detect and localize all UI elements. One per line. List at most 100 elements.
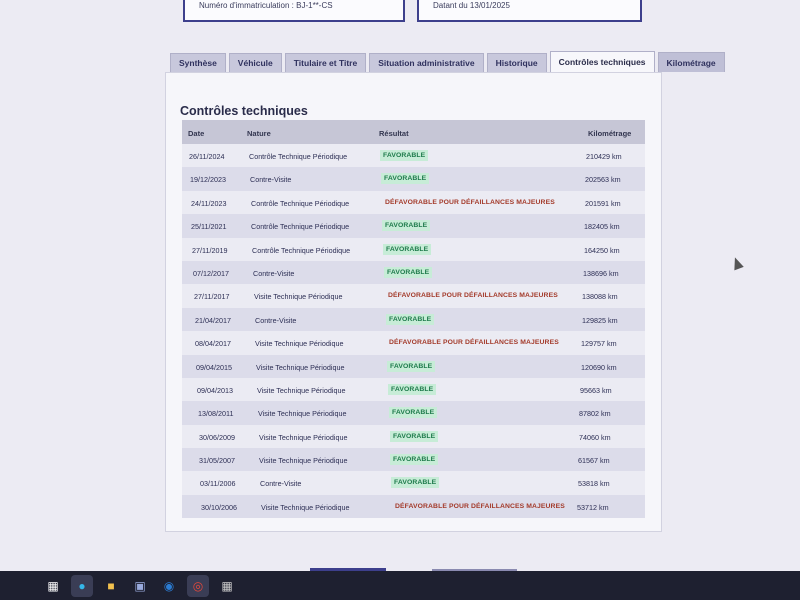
cell-nature: Visite Technique Périodique (256, 362, 345, 372)
cell-nature: Visite Technique Périodique (258, 409, 347, 419)
table-row: 03/11/2006 Contre-Visite FAVORABLE 53818 km (182, 471, 645, 495)
cell-kilometrage: 95663 km (580, 385, 612, 395)
table-header: Date Nature Résultat Kilométrage (182, 120, 645, 144)
cell-date: 27/11/2017 (194, 292, 230, 302)
result-badge: FAVORABLE (389, 407, 438, 419)
cell-nature: Contre-Visite (260, 479, 302, 489)
result-badge: FAVORABLE (381, 173, 430, 185)
table-row: 21/04/2017 Contre-Visite FAVORABLE 129825 k… (182, 307, 645, 332)
cell-kilometrage: 138696 km (583, 268, 619, 278)
cell-nature: Contrôle Technique Périodique (251, 222, 350, 232)
table-row: 30/10/2006 Visite Technique Périodique DÉF… (182, 494, 645, 519)
tab-titulaire-titre[interactable]: Titulaire et Titre (284, 53, 367, 72)
chrome-icon[interactable]: ◎ (187, 574, 209, 597)
table-row: 07/12/2017 Contre-Visite FAVORABLE 138696 k… (182, 260, 645, 285)
result-badge: DÉFAVORABLE POUR DÉFAILLANCES MAJEURES (395, 502, 565, 510)
result-badge: FAVORABLE (386, 313, 435, 325)
registration-label: Numéro d'immatriculation : BJ-1**-CS (199, 1, 333, 10)
cell-kilometrage: 129825 km (582, 315, 618, 325)
result-badge: FAVORABLE (390, 454, 439, 466)
cell-date: 30/06/2009 (199, 432, 235, 442)
registration-card: Numéro d'immatriculation : BJ-1**-CS (183, 0, 405, 22)
table-row: 25/11/2021 Contrôle Technique Périodique F… (182, 214, 645, 238)
section-title: Contrôles techniques (180, 104, 308, 118)
store-icon[interactable]: ▣ (129, 575, 151, 597)
cell-date: 19/12/2023 (190, 175, 226, 185)
cell-kilometrage: 61567 km (578, 456, 610, 466)
cell-kilometrage: 182405 km (584, 222, 620, 232)
table-row: 26/11/2024 Contrôle Technique Périodique F… (182, 144, 645, 168)
table-row: 27/11/2017 Visite Technique Périodique DÉF… (182, 284, 645, 308)
result-badge: FAVORABLE (382, 220, 431, 232)
taskbar: ▦ ● ■ ▣ ◉ ◎ ▦ (0, 571, 800, 600)
table-row: 30/06/2009 Visite Technique Périodique FAV… (182, 424, 645, 449)
cell-nature: Contrôle Technique Périodique (249, 152, 348, 161)
tab-kilometrage[interactable]: Kilométrage (657, 52, 725, 72)
file-explorer-icon[interactable]: ■ (100, 575, 122, 597)
table-row: 24/11/2023 Contrôle Technique Périodique D… (182, 190, 645, 215)
cell-date: 07/12/2017 (193, 268, 229, 278)
cell-date: 31/05/2007 (199, 456, 235, 466)
outlook-icon[interactable]: ◉ (158, 575, 180, 597)
table-row: 31/05/2007 Visite Technique Périodique FAV… (182, 448, 645, 472)
result-badge: FAVORABLE (383, 243, 432, 255)
cell-nature: Contre-Visite (253, 268, 295, 278)
cell-kilometrage: 120690 km (581, 362, 617, 372)
tab-situation-administrative[interactable]: Situation administrative (369, 53, 484, 72)
cell-nature: Visite Technique Périodique (261, 502, 350, 512)
result-badge: FAVORABLE (380, 150, 429, 161)
cell-kilometrage: 129757 km (581, 339, 617, 349)
cell-kilometrage: 53818 km (578, 479, 610, 489)
column-header-nature: Nature (247, 129, 271, 138)
cell-kilometrage: 164250 km (584, 245, 620, 255)
cell-kilometrage: 210429 km (586, 152, 622, 161)
table-row: 19/12/2023 Contre-Visite FAVORABLE 202563 k… (182, 167, 645, 191)
tab-historique[interactable]: Historique (486, 53, 547, 72)
mouse-cursor-icon (730, 255, 744, 271)
cell-nature: Contrôle Technique Périodique (251, 198, 350, 208)
cell-date: 24/11/2023 (191, 198, 227, 208)
cell-nature: Visite Technique Périodique (257, 385, 346, 395)
result-badge: DÉFAVORABLE POUR DÉFAILLANCES MAJEURES (385, 198, 555, 206)
tab-controles-techniques[interactable]: Contrôles techniques (549, 51, 655, 72)
table-row: 09/04/2013 Visite Technique Périodique FAV… (182, 377, 645, 402)
column-header-kilometrage: Kilométrage (588, 129, 632, 138)
column-header-date: Date (188, 129, 205, 138)
tab-vehicule[interactable]: Véhicule (228, 53, 282, 72)
cell-date: 27/11/2019 (192, 245, 228, 255)
result-badge: FAVORABLE (387, 360, 436, 372)
cell-kilometrage: 201591 km (585, 198, 621, 208)
cell-nature: Visite Technique Périodique (254, 292, 343, 302)
cell-nature: Visite Technique Périodique (259, 456, 348, 466)
cell-nature: Visite Technique Périodique (255, 339, 344, 349)
cell-date: 08/04/2017 (195, 339, 231, 349)
result-badge: FAVORABLE (390, 430, 439, 442)
column-header-resultat: Résultat (379, 129, 409, 138)
cell-date: 09/04/2013 (197, 385, 233, 395)
cell-date: 26/11/2024 (189, 152, 225, 161)
table-row: 27/11/2019 Contrôle Technique Périodique F… (182, 237, 645, 261)
calculator-icon[interactable]: ▦ (216, 575, 238, 597)
tab-bar: Synthèse Véhicule Titulaire et Titre Sit… (170, 50, 728, 72)
tab-synthese[interactable]: Synthèse (170, 53, 226, 72)
cell-nature: Contrôle Technique Périodique (252, 245, 351, 255)
inspections-table: Date Nature Résultat Kilométrage 26/11/2… (182, 120, 645, 519)
task-view-icon[interactable]: ▦ (42, 575, 64, 597)
date-card: Datant du 13/01/2025 (417, 0, 642, 22)
table-body: 26/11/2024 Contrôle Technique Périodique F… (182, 144, 645, 519)
result-badge: DÉFAVORABLE POUR DÉFAILLANCES MAJEURES (388, 292, 558, 300)
result-badge: DÉFAVORABLE POUR DÉFAILLANCES MAJEURES (389, 339, 559, 347)
cell-nature: Contre-Visite (255, 315, 297, 325)
cell-nature: Visite Technique Périodique (259, 432, 348, 442)
cell-kilometrage: 138088 km (582, 292, 618, 302)
table-row: 08/04/2017 Visite Technique Périodique DÉF… (182, 331, 645, 355)
cell-date: 25/11/2021 (191, 222, 227, 232)
result-badge: FAVORABLE (391, 477, 440, 489)
cell-nature: Contre-Visite (250, 175, 292, 185)
result-badge: FAVORABLE (384, 266, 433, 278)
edge-browser-icon[interactable]: ● (71, 574, 93, 597)
table-row: 13/08/2011 Visite Technique Périodique FAV… (182, 401, 645, 425)
cell-date: 30/10/2006 (201, 502, 237, 512)
cell-kilometrage: 74060 km (579, 432, 611, 442)
table-row: 09/04/2015 Visite Technique Périodique FAV… (182, 354, 645, 378)
